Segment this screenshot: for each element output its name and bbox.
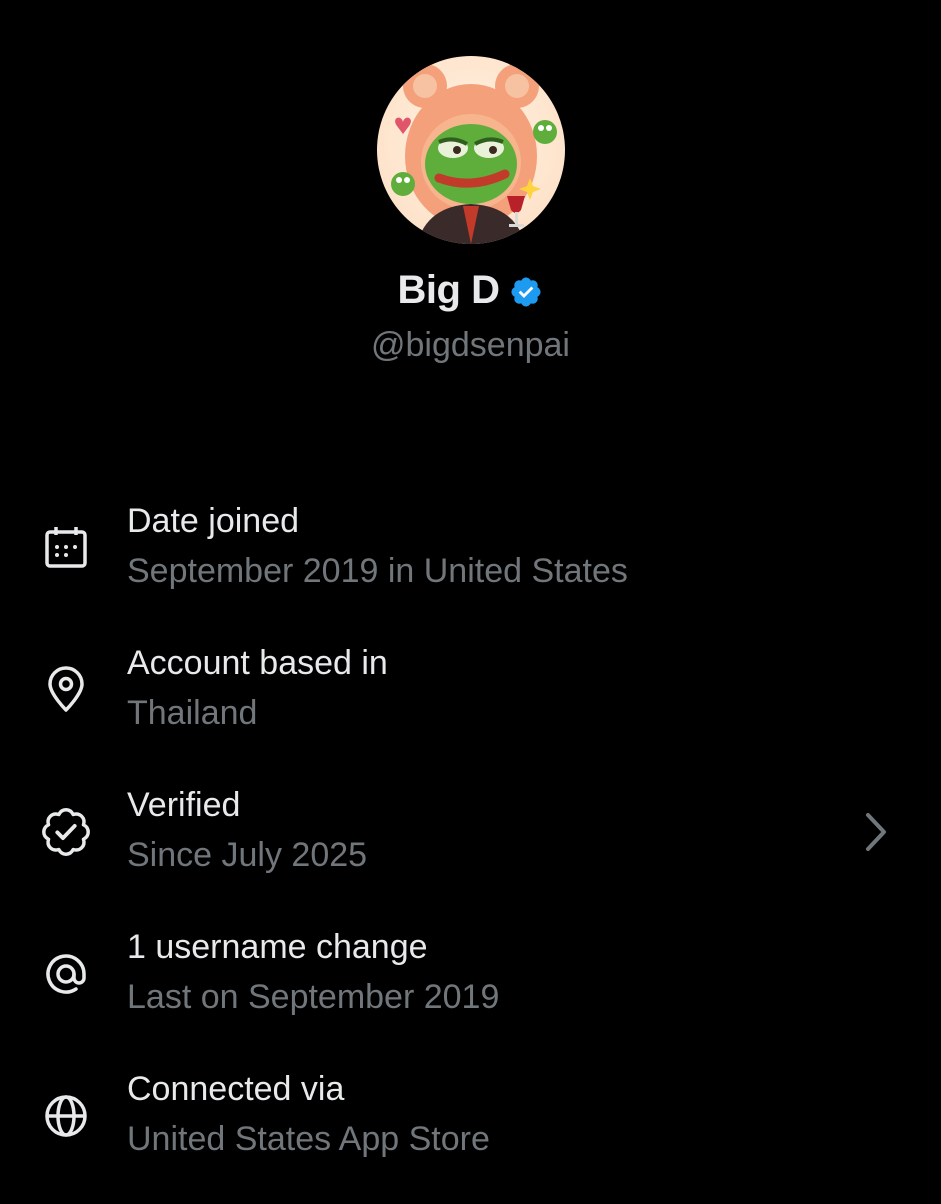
avatar[interactable]: [377, 56, 565, 244]
username-handle: @bigdsenpai: [371, 326, 570, 364]
location-pin-icon: [40, 664, 92, 716]
account-info-list: Date joined September 2019 in United Sta…: [0, 494, 941, 1204]
info-title: Verified: [127, 786, 241, 824]
chevron-right-icon[interactable]: [860, 810, 892, 854]
list-item-date-joined: Date joined September 2019 in United Sta…: [0, 494, 941, 636]
verified-badge-outline-icon: [40, 806, 92, 858]
at-sign-icon: [40, 948, 92, 1000]
info-title: 1 username change: [127, 928, 428, 966]
cartoon-frog-avatar: [377, 56, 565, 244]
profile-header: Big D @bigdsenpai: [0, 0, 941, 420]
list-item-verified[interactable]: Verified Since July 2025: [0, 778, 941, 920]
info-subtitle: United States App Store: [127, 1120, 490, 1158]
name-row: Big D: [0, 268, 941, 313]
verified-check-badge-icon[interactable]: [509, 275, 543, 309]
info-subtitle: September 2019 in United States: [127, 552, 628, 590]
globe-icon: [40, 1090, 92, 1142]
info-title: Account based in: [127, 644, 388, 682]
info-subtitle: Since July 2025: [127, 836, 368, 874]
display-name: Big D: [397, 268, 500, 312]
calendar-icon: [40, 522, 92, 574]
info-subtitle: Last on September 2019: [127, 978, 500, 1016]
list-item-connected-via: Connected via United States App Store: [0, 1062, 941, 1204]
info-title: Date joined: [127, 502, 300, 540]
info-title: Connected via: [127, 1070, 345, 1108]
list-item-username-change: 1 username change Last on September 2019: [0, 920, 941, 1062]
info-subtitle: Thailand: [127, 694, 258, 732]
list-item-account-based-in: Account based in Thailand: [0, 636, 941, 778]
